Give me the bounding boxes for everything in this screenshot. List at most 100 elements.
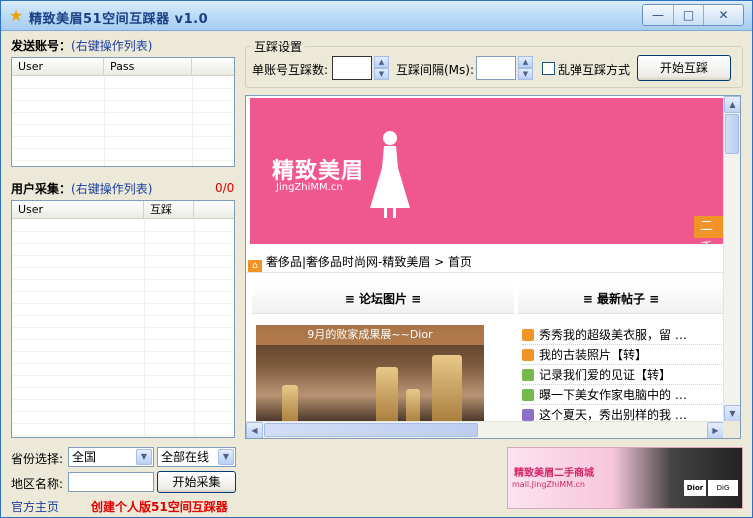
user-collect-rows[interactable] (12, 220, 234, 437)
online-status-value: 全部在线 (161, 450, 210, 464)
horizontal-scrollbar[interactable]: ◀ ▶ (246, 421, 724, 438)
random-mode-label: 乱弹互踩方式 (558, 63, 631, 77)
create-personal-link[interactable]: 创建个人版51空间互踩器 (91, 498, 228, 515)
user-collect-header: User 互踩 (12, 201, 234, 219)
chevron-down-icon[interactable]: ▼ (218, 449, 234, 465)
column-mutual[interactable]: 互踩 (144, 201, 194, 219)
per-account-stepper[interactable]: ▲ ▼ (374, 56, 389, 80)
column-user[interactable]: User (12, 58, 104, 76)
user-collect-label: 用户采集：(右键操作列表) (11, 180, 152, 197)
post-icon (522, 329, 534, 341)
ad-title: 精致美眉二手商城 (514, 468, 594, 479)
post-title[interactable]: 这个夏天，秀出别样的我 … (539, 408, 687, 422)
settings-group-title: 互踩设置 (251, 38, 306, 55)
post-icon (522, 369, 534, 381)
site-banner[interactable]: 精致美眉 JingZhiMM.cn 二手 (250, 98, 724, 256)
start-mutual-button[interactable]: 开始互踩 (637, 55, 731, 81)
photo-detail (432, 355, 462, 425)
brand-logo: DiG (708, 480, 738, 496)
column-divider (194, 220, 195, 437)
list-item[interactable]: 我的古装照片【转】 (522, 345, 724, 365)
photo-detail (282, 385, 298, 425)
per-account-input[interactable] (332, 56, 372, 80)
post-title[interactable]: 我的古装照片【转】 (539, 348, 647, 362)
interval-label: 互踩间隔(Ms): (396, 63, 475, 77)
site-logo: 精致美眉 (272, 159, 365, 184)
list-item[interactable]: 曝一下美女作家电脑中的 … (522, 385, 724, 405)
vertical-scrollbar[interactable]: ▲ ▼ (723, 96, 740, 422)
start-collect-button[interactable]: 开始采集 (157, 471, 236, 493)
banner-tab[interactable]: 二手 (694, 216, 724, 256)
interval-stepper[interactable]: ▲ ▼ (518, 56, 533, 80)
latest-posts-list: 秀秀我的超级美衣服，留 … 我的古装照片【转】 记录我们爱的见证【转】 曝一下美… (522, 325, 724, 425)
star-app-icon: ★ (8, 6, 24, 25)
window-controls: — □ ✕ (642, 4, 744, 26)
user-collect-title: 用户采集： (11, 182, 72, 196)
province-select[interactable]: 全国 ▼ (68, 447, 154, 467)
post-title[interactable]: 记录我们爱的见证【转】 (539, 368, 671, 382)
column-blank (194, 201, 234, 219)
send-accounts-header: User Pass (12, 58, 234, 76)
scroll-up-icon[interactable]: ▲ (724, 96, 740, 113)
forum-photo[interactable]: 9月的败家成果展~~Dior (256, 325, 484, 425)
stepper-down-icon[interactable]: ▼ (374, 68, 389, 80)
scroll-right-icon[interactable]: ▶ (707, 422, 724, 438)
user-collect-hint: (右键操作列表) (71, 182, 153, 196)
scroll-left-icon[interactable]: ◀ (246, 422, 263, 438)
breadcrumb-text[interactable]: 奢侈品|奢侈品时尚网-精致美眉 > 首页 (266, 255, 472, 269)
latest-posts-heading: ≡ 最新帖子 ≡ (518, 284, 724, 314)
scroll-down-icon[interactable]: ▼ (724, 405, 740, 422)
mall-advertisement[interactable]: 精致美眉二手商城 mall.JingZhiMM.cn Dior DiG (507, 447, 743, 509)
photo-caption[interactable]: 9月的败家成果展~~Dior (256, 325, 484, 345)
stepper-up-icon[interactable]: ▲ (374, 56, 389, 68)
online-status-select[interactable]: 全部在线 ▼ (157, 447, 236, 467)
per-account-label: 单账号互踩数: (252, 63, 329, 77)
post-icon (522, 349, 534, 361)
random-mode-checkbox[interactable] (542, 62, 555, 75)
region-input[interactable] (68, 472, 154, 492)
photo-detail (406, 389, 420, 425)
dior-logo: Dior (684, 480, 706, 496)
scrollbar-corner (723, 421, 740, 438)
list-item[interactable]: 记录我们爱的见证【转】 (522, 365, 724, 385)
close-button[interactable]: ✕ (703, 5, 743, 25)
scroll-thumb[interactable] (264, 423, 478, 437)
column-divider (192, 77, 193, 166)
post-title[interactable]: 秀秀我的超级美衣服，留 … (539, 328, 687, 342)
homepage-link[interactable]: 官方主页 (11, 498, 59, 515)
interval-input[interactable] (476, 56, 516, 80)
region-label: 地区名称: (11, 477, 64, 491)
photo-detail (376, 367, 398, 425)
stepper-up-icon[interactable]: ▲ (518, 56, 533, 68)
collect-count: 0/0 (215, 181, 235, 195)
forum-photos-heading: ≡ 论坛图片 ≡ (252, 284, 514, 314)
province-label: 省份选择: (11, 452, 64, 466)
scroll-thumb[interactable] (725, 114, 739, 154)
post-icon (522, 409, 534, 421)
user-collect-list[interactable]: User 互踩 (11, 200, 235, 438)
woman-silhouette-icon (370, 131, 410, 218)
post-icon (522, 389, 534, 401)
maximize-button[interactable]: □ (673, 5, 703, 25)
ad-url: mall.JingZhiMM.cn (512, 480, 586, 489)
window-title: 精致美眉51空间互踩器 v1.0 (29, 12, 209, 27)
column-blank (192, 58, 234, 76)
column-pass[interactable]: Pass (104, 58, 192, 76)
chevron-down-icon[interactable]: ▼ (136, 449, 152, 465)
post-title[interactable]: 曝一下美女作家电脑中的 … (539, 388, 687, 402)
breadcrumb: ⌂ 奢侈品|奢侈品时尚网-精致美眉 > 首页 (248, 253, 472, 273)
divider (246, 272, 724, 273)
send-accounts-hint: (右键操作列表) (71, 39, 153, 53)
stepper-down-icon[interactable]: ▼ (518, 68, 533, 80)
send-accounts-rows[interactable] (12, 77, 234, 166)
send-accounts-title: 发送账号： (11, 39, 72, 53)
list-item[interactable]: 秀秀我的超级美衣服，留 … (522, 325, 724, 345)
app-window: ★ 精致美眉51空间互踩器 v1.0 — □ ✕ 发送账号：(右键操作列表) U… (0, 0, 753, 518)
title-bar[interactable]: ★ 精致美眉51空间互踩器 v1.0 — □ ✕ (1, 1, 752, 31)
site-logo-url: JingZhiMM.cn (276, 182, 343, 193)
web-browser-view[interactable]: 精致美眉 JingZhiMM.cn 二手 ⌂ 奢侈品|奢侈品时尚网-精致美眉 > … (245, 95, 741, 439)
column-user[interactable]: User (12, 201, 144, 219)
column-divider (104, 77, 105, 166)
send-accounts-list[interactable]: User Pass (11, 57, 235, 167)
minimize-button[interactable]: — (643, 5, 673, 25)
